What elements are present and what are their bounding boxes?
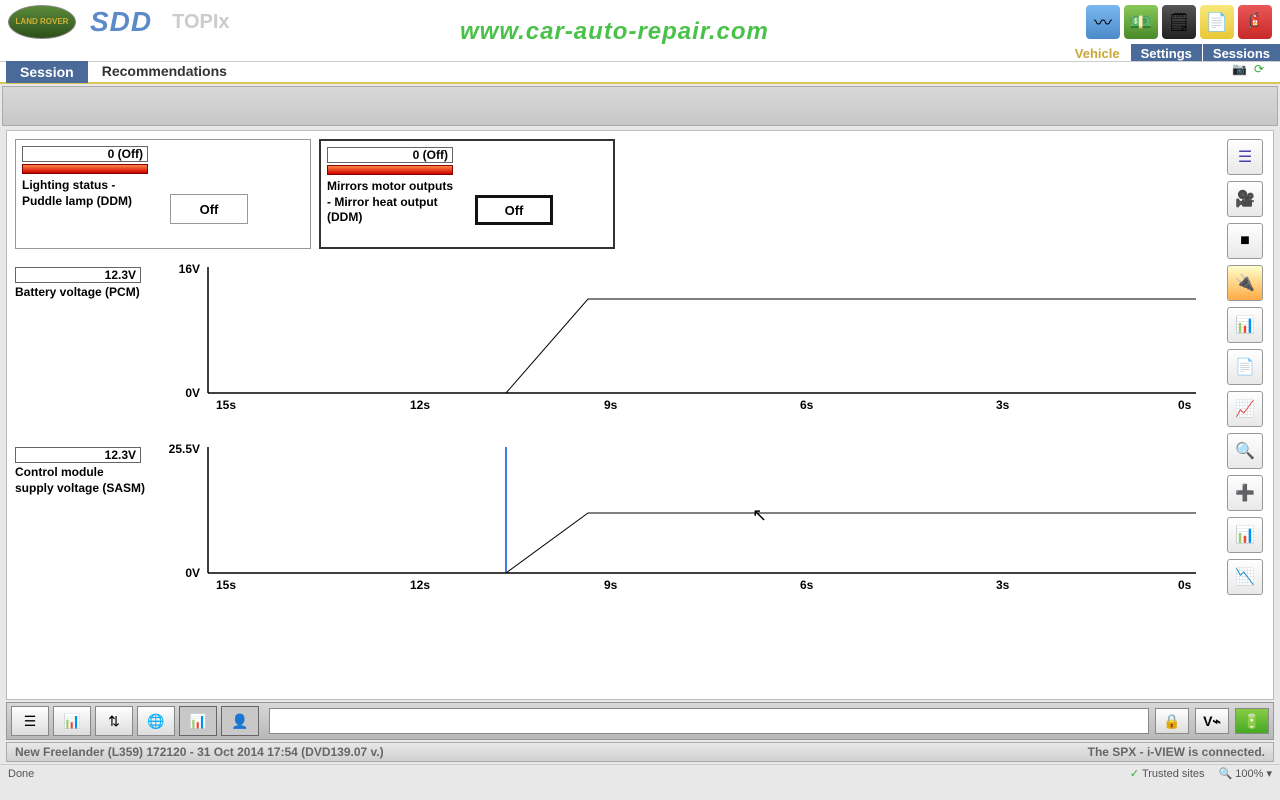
- svg-text:16V: 16V: [179, 262, 200, 276]
- content-area: 0 (Off) Lighting status - Puddle lamp (D…: [15, 139, 1221, 691]
- lock-icon[interactable]: 🔒: [1155, 708, 1189, 734]
- chart-label: Battery voltage (PCM): [15, 285, 145, 301]
- zoom-level[interactable]: 🔍 100% ▾: [1219, 767, 1272, 780]
- main-panel: 0 (Off) Lighting status - Puddle lamp (D…: [6, 130, 1274, 700]
- svg-text:12s: 12s: [410, 398, 430, 412]
- connector-icon[interactable]: 🔌: [1227, 265, 1263, 301]
- svg-text:3s: 3s: [996, 398, 1010, 412]
- document-icon[interactable]: 📄: [1227, 349, 1263, 385]
- toolbar-spacer: [2, 86, 1278, 126]
- toggle-button[interactable]: Off: [170, 194, 248, 224]
- svg-text:9s: 9s: [604, 398, 618, 412]
- menu-sessions[interactable]: Sessions: [1202, 44, 1280, 61]
- menu-vehicle[interactable]: Vehicle: [1064, 44, 1130, 61]
- toggle-button[interactable]: Off: [475, 195, 553, 225]
- svg-text:0V: 0V: [185, 566, 200, 580]
- voltage-icon[interactable]: V⌁: [1195, 708, 1229, 734]
- tool-icon[interactable]: 🧯: [1238, 5, 1272, 39]
- signal-value: 0 (Off): [327, 147, 453, 163]
- landrover-logo: LAND ROVER: [8, 5, 76, 39]
- svg-text:12s: 12s: [410, 578, 430, 592]
- sticky-note-icon[interactable]: 📄: [1200, 5, 1234, 39]
- watermark-text: www.car-auto-repair.com: [460, 18, 769, 46]
- tool-btn-5[interactable]: 📊: [179, 706, 217, 736]
- topix-link[interactable]: TOPIx: [172, 11, 229, 34]
- money-icon[interactable]: 💵: [1124, 5, 1158, 39]
- tool-btn-3[interactable]: ⇅: [95, 706, 133, 736]
- signal-bar: [22, 164, 148, 174]
- chart-plot: 16V 0V 15s 12s 9s 6s 3s 0s: [160, 261, 1200, 421]
- chart-icon[interactable]: 📉: [1227, 559, 1263, 595]
- battery-icon[interactable]: 🔋: [1235, 708, 1269, 734]
- tab-session[interactable]: Session: [6, 61, 88, 83]
- gauge2-icon[interactable]: 📊: [1227, 517, 1263, 553]
- svg-text:3s: 3s: [996, 578, 1010, 592]
- sdd-logo: SDD: [90, 6, 152, 38]
- chart-plot: 25.5V 0V 15s 12s 9s 6s 3s 0s: [160, 441, 1200, 601]
- stop-icon[interactable]: ■: [1227, 223, 1263, 259]
- tool-btn-2[interactable]: 📊: [53, 706, 91, 736]
- svg-text:9s: 9s: [604, 578, 618, 592]
- tool-btn-1[interactable]: ☰: [11, 706, 49, 736]
- signal-value: 0 (Off): [22, 146, 148, 162]
- signal-card-mirrors[interactable]: 0 (Off) Mirrors motor outputs - Mirror h…: [319, 139, 615, 249]
- svg-text:0V: 0V: [185, 386, 200, 400]
- chart-value: 12.3V: [15, 447, 141, 463]
- bottom-toolbar: ☰ 📊 ⇅ 🌐 📊 👤 🔒 V⌁ 🔋: [6, 702, 1274, 740]
- signal-card-lighting[interactable]: 0 (Off) Lighting status - Puddle lamp (D…: [15, 139, 311, 249]
- refresh-icon[interactable]: ⟳: [1254, 62, 1274, 82]
- svg-text:6s: 6s: [800, 398, 814, 412]
- chart-battery-voltage: 12.3V Battery voltage (PCM) 16V 0V 15s 1…: [15, 267, 1201, 301]
- camera-icon[interactable]: 🎥: [1227, 181, 1263, 217]
- camera-refresh-icon[interactable]: 📷: [1232, 62, 1252, 82]
- menu-settings[interactable]: Settings: [1130, 44, 1202, 61]
- gauge1-icon[interactable]: 📊: [1227, 307, 1263, 343]
- command-input[interactable]: [269, 708, 1149, 734]
- tabbar: Session Recommendations 📷 ⟳: [0, 62, 1280, 84]
- trusted-sites: ✓ Trusted sites: [1130, 767, 1205, 780]
- svg-text:6s: 6s: [800, 578, 814, 592]
- signal-bar: [327, 165, 453, 175]
- svg-text:0s: 0s: [1178, 398, 1192, 412]
- status-bar-browser: Done ✓ Trusted sites 🔍 100% ▾: [0, 764, 1280, 782]
- right-sidebar: ☰ 🎥 ■ 🔌 📊 📄 📈 🔍 ➕ 📊 📉: [1221, 139, 1265, 691]
- tool-btn-6[interactable]: 👤: [221, 706, 259, 736]
- chart-value: 12.3V: [15, 267, 141, 283]
- search-icon[interactable]: 🔍: [1227, 433, 1263, 469]
- svg-text:0s: 0s: [1178, 578, 1192, 592]
- list-icon[interactable]: ☰: [1227, 139, 1263, 175]
- signal-label: Mirrors motor outputs - Mirror heat outp…: [327, 179, 457, 226]
- chart-search-icon[interactable]: 📈: [1227, 391, 1263, 427]
- notes-icon[interactable]: 🗒: [1162, 5, 1196, 39]
- chart-label: Control module supply voltage (SASM): [15, 465, 145, 496]
- tab-recommendations[interactable]: Recommendations: [88, 60, 241, 84]
- done-text: Done: [8, 768, 34, 780]
- connection-text: The SPX - i-VIEW is connected.: [1088, 745, 1265, 759]
- svg-text:25.5V: 25.5V: [169, 442, 200, 456]
- svg-text:15s: 15s: [216, 578, 236, 592]
- status-bar-vehicle: New Freelander (L359) 172120 - 31 Oct 20…: [6, 742, 1274, 762]
- signal-label: Lighting status - Puddle lamp (DDM): [22, 178, 152, 209]
- chart-supply-voltage: 12.3V Control module supply voltage (SAS…: [15, 447, 1201, 496]
- waveform-icon[interactable]: 〰: [1086, 5, 1120, 39]
- svg-text:15s: 15s: [216, 398, 236, 412]
- tool-btn-4[interactable]: 🌐: [137, 706, 175, 736]
- add-icon[interactable]: ➕: [1227, 475, 1263, 511]
- vehicle-info-text: New Freelander (L359) 172120 - 31 Oct 20…: [15, 745, 384, 759]
